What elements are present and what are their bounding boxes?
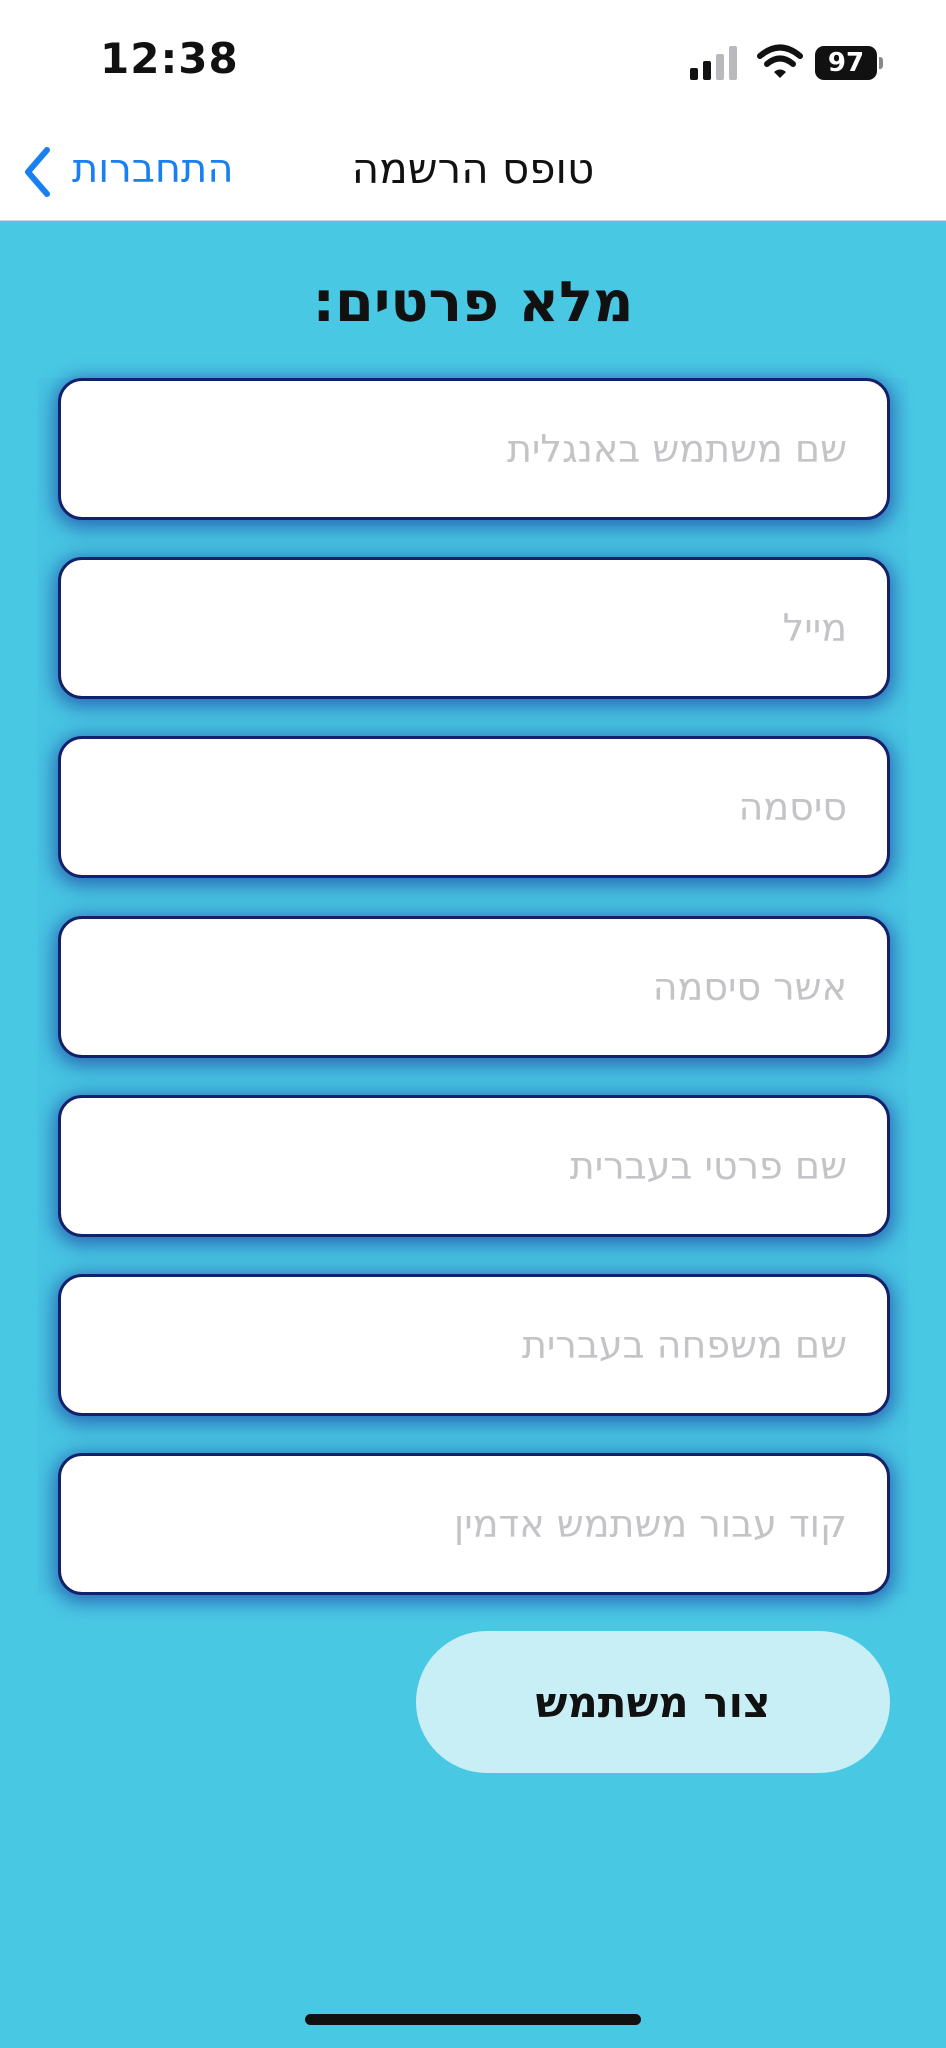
battery-cap: [879, 57, 883, 69]
home-indicator[interactable]: [305, 2014, 641, 2025]
email-field: [58, 557, 890, 699]
username-field: [58, 378, 890, 520]
confirm-password-field: [58, 916, 890, 1058]
first-name-field: [58, 1095, 890, 1237]
admin-code-input[interactable]: [101, 1502, 847, 1546]
signal-icon: [690, 46, 737, 80]
battery-icon: 97: [815, 46, 877, 80]
email-input[interactable]: [101, 606, 847, 650]
username-input[interactable]: [101, 427, 847, 471]
create-user-button[interactable]: צור משתמש: [416, 1631, 890, 1773]
navigation-bar: התחברות טופס הרשמה: [0, 126, 946, 221]
page-title: טופס הרשמה: [351, 144, 595, 193]
last-name-field: [58, 1274, 890, 1416]
status-time: 12:38: [100, 34, 239, 83]
password-field: [58, 736, 890, 878]
first-name-input[interactable]: [101, 1144, 847, 1188]
admin-code-field: [58, 1453, 890, 1595]
wifi-icon: [757, 44, 803, 78]
status-bar: 12:38 97: [0, 0, 946, 126]
confirm-password-input[interactable]: [101, 965, 847, 1009]
battery-level: 97: [827, 48, 865, 78]
password-input[interactable]: [101, 785, 847, 829]
last-name-input[interactable]: [101, 1323, 847, 1367]
form-title: מלא פרטים:: [312, 270, 634, 335]
form-field-list: [38, 378, 908, 1595]
